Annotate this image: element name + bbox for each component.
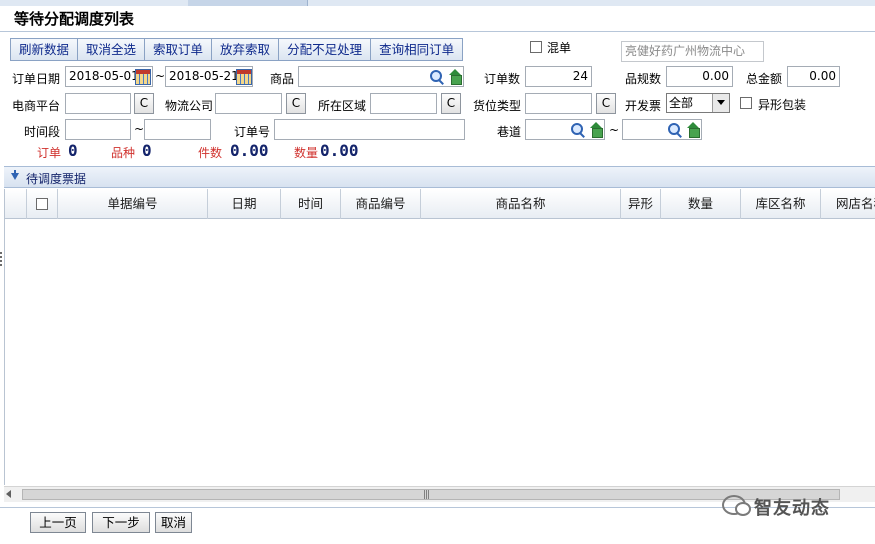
watermark-text: 智友动态	[754, 498, 830, 519]
splitter-handle[interactable]	[0, 252, 3, 266]
pending-tickets-table: 单据编号 日期 时间 商品编号 商品名称 异形 数量 库区名称 网店名称	[4, 189, 875, 485]
mixed-order-checkbox[interactable]	[530, 41, 542, 53]
calendar-icon[interactable]	[135, 69, 151, 85]
region-clear-button[interactable]: C	[441, 93, 461, 114]
time-range-label: 时间段	[24, 125, 61, 139]
odd-pack-label: 异形包装	[758, 98, 807, 112]
cancel-button[interactable]: 取消	[155, 512, 192, 533]
lookup-home-icon[interactable]	[588, 122, 604, 138]
column-header-quantity[interactable]: 数量	[661, 189, 741, 219]
order-no-label: 订单号	[234, 125, 271, 139]
aisle-range-separator: ~	[609, 123, 620, 137]
query-same-orders-button[interactable]: 查询相同订单	[371, 39, 462, 60]
logistics-clear-button[interactable]: C	[286, 93, 306, 114]
region-label: 所在区域	[318, 99, 367, 113]
odd-pack-checkbox[interactable]	[740, 97, 752, 109]
abandon-claim-button[interactable]: 放弃索取	[212, 39, 280, 60]
top-tab[interactable]	[188, 0, 308, 6]
page-title: 等待分配调度列表	[14, 10, 135, 28]
refresh-data-button[interactable]: 刷新数据	[11, 39, 79, 60]
watermark: 智友动态	[722, 492, 862, 520]
search-icon[interactable]	[570, 122, 586, 138]
column-header-shop-name[interactable]: 网店名称	[821, 189, 875, 219]
order-no-input[interactable]	[274, 119, 465, 140]
search-icon[interactable]	[429, 69, 445, 85]
invoice-label: 开发票	[625, 99, 662, 113]
stat-orders-value: 0	[68, 141, 78, 160]
stat-pieces-value: 0.00	[230, 141, 269, 160]
top-tab-strip	[0, 0, 875, 6]
total-amount-field: 0.00	[787, 66, 840, 87]
search-icon[interactable]	[667, 122, 683, 138]
grip-icon: |||	[423, 490, 430, 500]
lookup-home-icon[interactable]	[685, 122, 701, 138]
stat-varieties-value: 0	[142, 141, 152, 160]
pending-tickets-panel-title: 待调度票据	[26, 172, 87, 186]
pending-tickets-panel-header[interactable]: 待调度票据	[4, 166, 875, 188]
location-type-clear-button[interactable]: C	[596, 93, 616, 114]
select-all-checkbox[interactable]	[36, 198, 48, 210]
region-input[interactable]	[370, 93, 437, 114]
column-header-time[interactable]: 时间	[281, 189, 341, 219]
date-range-separator: ~	[155, 69, 166, 83]
shortage-handling-button[interactable]: 分配不足处理	[279, 39, 372, 60]
row-number-header	[5, 189, 27, 219]
toolbar: 刷新数据 取消全选 索取订单 放弃索取 分配不足处理 查询相同订单	[10, 38, 464, 61]
platform-label: 电商平台	[12, 99, 61, 113]
title-divider	[0, 31, 875, 32]
sku-count-label: 品规数	[625, 72, 662, 86]
stat-quantity-value: 0.00	[320, 141, 359, 160]
warehouse-field[interactable]: 亮健好药广州物流中心	[621, 41, 764, 62]
mixed-order-label: 混单	[547, 41, 572, 55]
invoice-select-value: 全部	[669, 96, 694, 110]
arrow-down-icon	[11, 170, 19, 180]
order-count-label: 订单数	[484, 72, 521, 86]
claim-orders-button[interactable]: 索取订单	[145, 39, 213, 60]
select-all-header	[27, 189, 58, 219]
next-step-button[interactable]: 下一步	[92, 512, 150, 533]
column-header-doc-no[interactable]: 单据编号	[58, 189, 208, 219]
column-header-odd-shape[interactable]: 异形	[621, 189, 661, 219]
column-header-product-name[interactable]: 商品名称	[421, 189, 621, 219]
invoice-select[interactable]: 全部	[666, 93, 730, 113]
aisle-label: 巷道	[497, 125, 522, 139]
column-header-zone-name[interactable]: 库区名称	[741, 189, 821, 219]
stat-quantity-label: 数量	[294, 146, 319, 160]
calendar-icon[interactable]	[236, 69, 252, 85]
platform-clear-button[interactable]: C	[134, 93, 154, 114]
stat-pieces-label: 件数	[198, 146, 223, 160]
time-to-input[interactable]	[144, 119, 211, 140]
logistics-input[interactable]	[215, 93, 282, 114]
column-header-product-code[interactable]: 商品编号	[341, 189, 421, 219]
lookup-home-icon[interactable]	[447, 69, 463, 85]
total-amount-label: 总金额	[746, 72, 783, 86]
stat-orders-label: 订单	[37, 146, 62, 160]
logistics-label: 物流公司	[165, 99, 214, 113]
scrollbar-thumb[interactable]: |||	[22, 489, 840, 500]
stat-varieties-label: 品种	[111, 146, 136, 160]
wechat-logo-icon	[722, 495, 751, 516]
location-type-input[interactable]	[525, 93, 592, 114]
platform-input[interactable]	[65, 93, 131, 114]
order-date-label: 订单日期	[12, 72, 61, 86]
time-from-input[interactable]	[65, 119, 131, 140]
column-header-date[interactable]: 日期	[208, 189, 281, 219]
product-label: 商品	[270, 72, 295, 86]
prev-page-button[interactable]: 上一页	[30, 512, 86, 533]
scroll-left-icon[interactable]	[6, 490, 11, 498]
order-count-field: 24	[525, 66, 592, 87]
sku-count-field: 0.00	[666, 66, 733, 87]
chevron-down-icon	[712, 94, 729, 112]
table-header: 单据编号 日期 时间 商品编号 商品名称 异形 数量 库区名称 网店名称	[5, 189, 875, 219]
time-range-separator: ~	[134, 122, 145, 136]
deselect-all-button[interactable]: 取消全选	[78, 39, 146, 60]
location-type-label: 货位类型	[473, 99, 522, 113]
